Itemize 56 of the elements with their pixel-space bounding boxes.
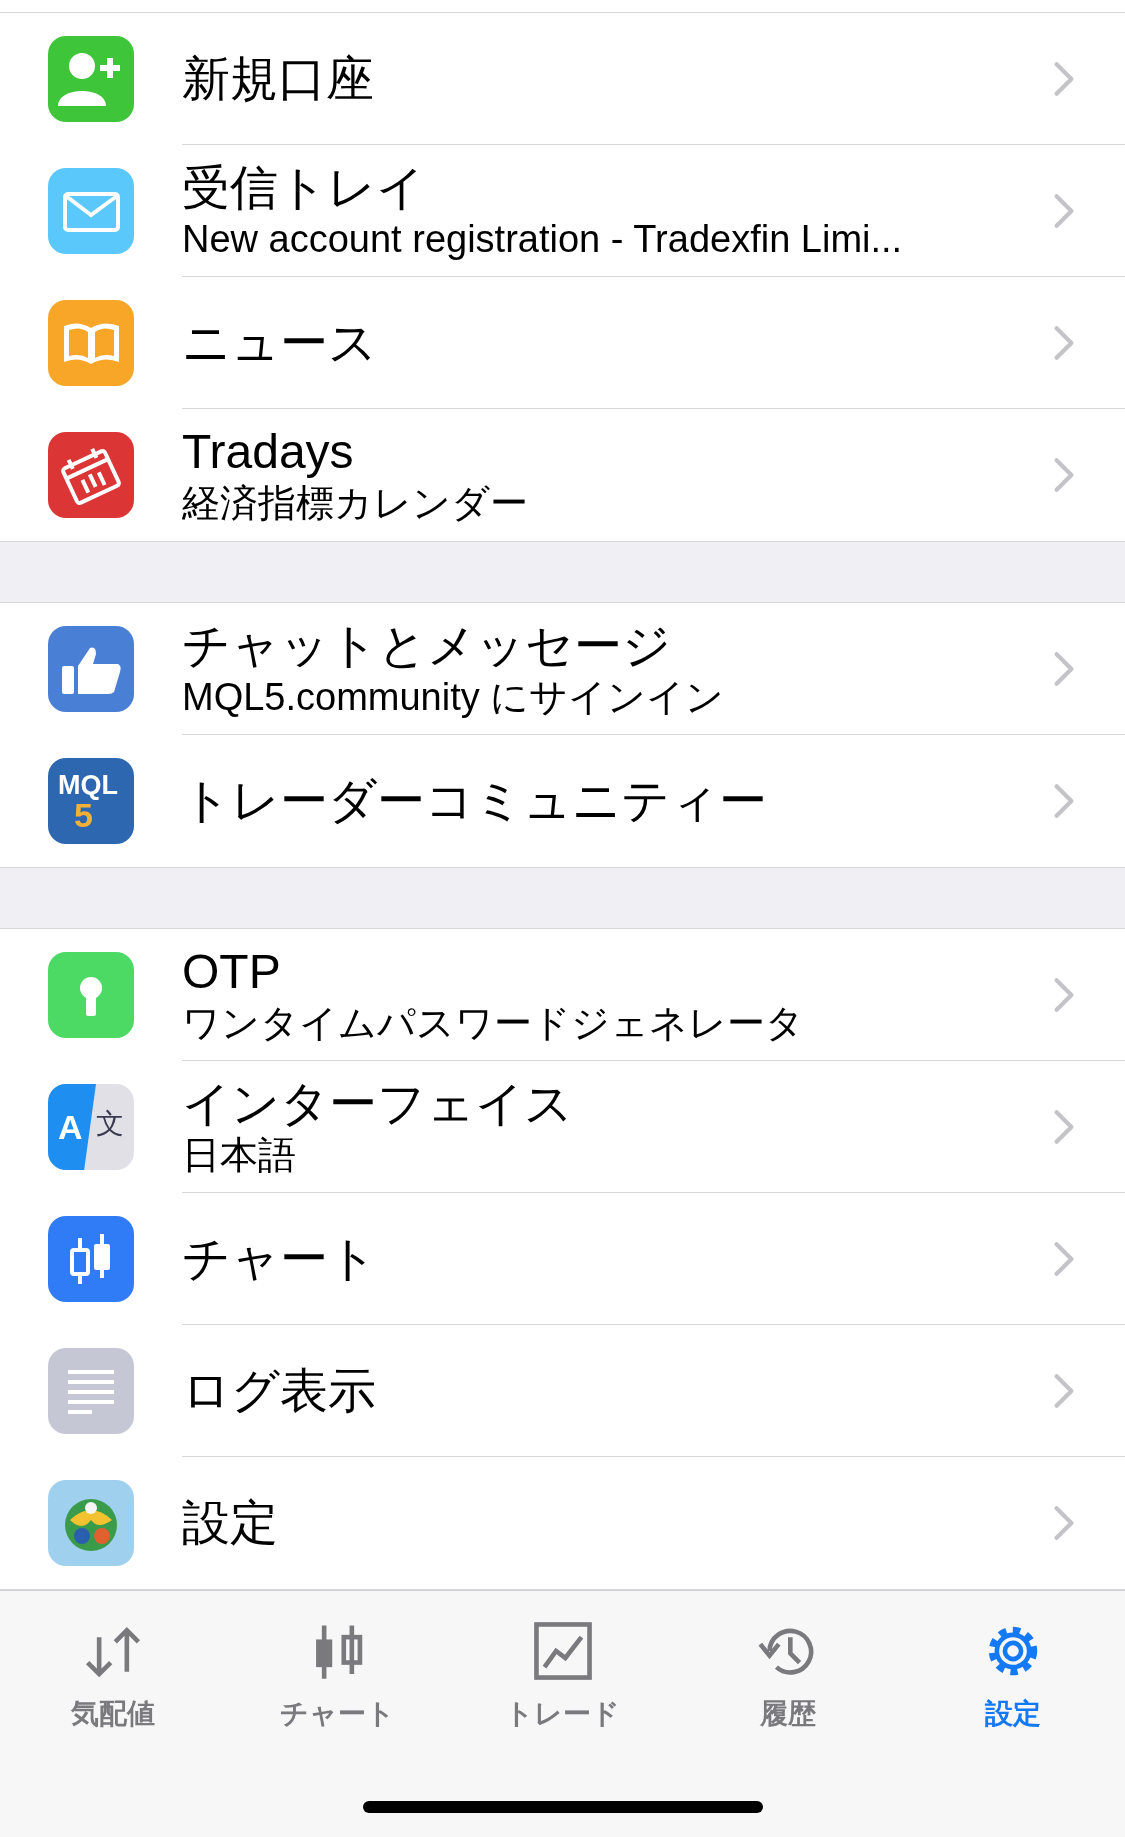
item-title: ニュース bbox=[182, 315, 377, 371]
item-title: OTP bbox=[182, 944, 281, 1000]
tab[interactable]: 履歴 bbox=[675, 1621, 900, 1733]
menu-item[interactable]: ログ表示 bbox=[0, 1325, 1125, 1457]
tab[interactable]: 気配値 bbox=[0, 1621, 225, 1733]
chevron-icon bbox=[1053, 783, 1075, 819]
item-title: 設定 bbox=[182, 1495, 278, 1551]
calendar-icon bbox=[48, 432, 134, 518]
item-title: チャットとメッセージ bbox=[182, 618, 671, 674]
chevron-icon bbox=[1053, 1505, 1075, 1541]
tab[interactable]: 設定 bbox=[900, 1621, 1125, 1733]
chevron-icon bbox=[1053, 1241, 1075, 1277]
tab[interactable]: トレード bbox=[450, 1621, 675, 1733]
menu-item[interactable]: Tradays 経済指標カレンダー bbox=[0, 409, 1125, 541]
chevron-icon bbox=[1053, 977, 1075, 1013]
candlestick-icon bbox=[48, 1216, 134, 1302]
icon-letter: 文 bbox=[96, 1110, 124, 1138]
item-subtitle: MQL5.community にサインイン bbox=[182, 675, 725, 720]
item-title: 新規口座 bbox=[182, 51, 374, 107]
chevron-icon bbox=[1053, 193, 1075, 229]
item-title: チャート bbox=[182, 1231, 377, 1287]
item-subtitle: New account registration - Tradexfin Limi... bbox=[182, 217, 903, 262]
item-title: 受信トレイ bbox=[182, 160, 425, 216]
menu-item[interactable]: MQL 5 トレーダーコミュニティー bbox=[0, 735, 1125, 867]
tab[interactable]: チャート bbox=[225, 1621, 450, 1733]
item-title: トレーダーコミュニティー bbox=[182, 773, 767, 829]
chevron-icon bbox=[1053, 651, 1075, 687]
globe-icon bbox=[48, 1480, 134, 1566]
menu-item[interactable]: 設定 bbox=[0, 1457, 1125, 1589]
item-title: インターフェイス bbox=[182, 1076, 573, 1132]
chart-icon bbox=[532, 1621, 593, 1681]
chevron-icon bbox=[1053, 457, 1075, 493]
book-icon bbox=[48, 300, 134, 386]
keyhole-icon bbox=[48, 952, 134, 1038]
item-title: Tradays bbox=[182, 424, 354, 480]
item-title: ログ表示 bbox=[182, 1363, 376, 1419]
envelope-icon bbox=[48, 168, 134, 254]
icon-letter: A bbox=[58, 1110, 83, 1144]
document-lines-icon bbox=[48, 1348, 134, 1434]
menu-item[interactable]: 新規口座 bbox=[0, 13, 1125, 145]
person-add-icon bbox=[48, 36, 134, 122]
menu-item[interactable]: チャート bbox=[0, 1193, 1125, 1325]
icon-letter: MQL bbox=[58, 772, 118, 799]
menu-item[interactable]: OTP ワンタイムパスワードジェネレータ bbox=[0, 929, 1125, 1061]
menu-item[interactable]: チャットとメッセージ MQL5.community にサインイン bbox=[0, 603, 1125, 735]
menu-item[interactable]: 受信トレイ New account registration - Tradexfin Limi... bbox=[0, 145, 1125, 277]
chevron-icon bbox=[1053, 61, 1075, 97]
chevron-icon bbox=[1053, 1109, 1075, 1145]
chevron-icon bbox=[1053, 1373, 1075, 1409]
item-subtitle: 日本語 bbox=[182, 1133, 296, 1178]
thumbs-up-icon bbox=[48, 626, 134, 712]
chevron-icon bbox=[1053, 325, 1075, 361]
menu-item[interactable]: A 文 インターフェイス 日本語 bbox=[0, 1061, 1125, 1193]
item-subtitle: 経済指標カレンダー bbox=[182, 481, 528, 526]
menu-item[interactable]: ニュース bbox=[0, 277, 1125, 409]
item-subtitle: ワンタイムパスワードジェネレータ bbox=[182, 1001, 804, 1046]
